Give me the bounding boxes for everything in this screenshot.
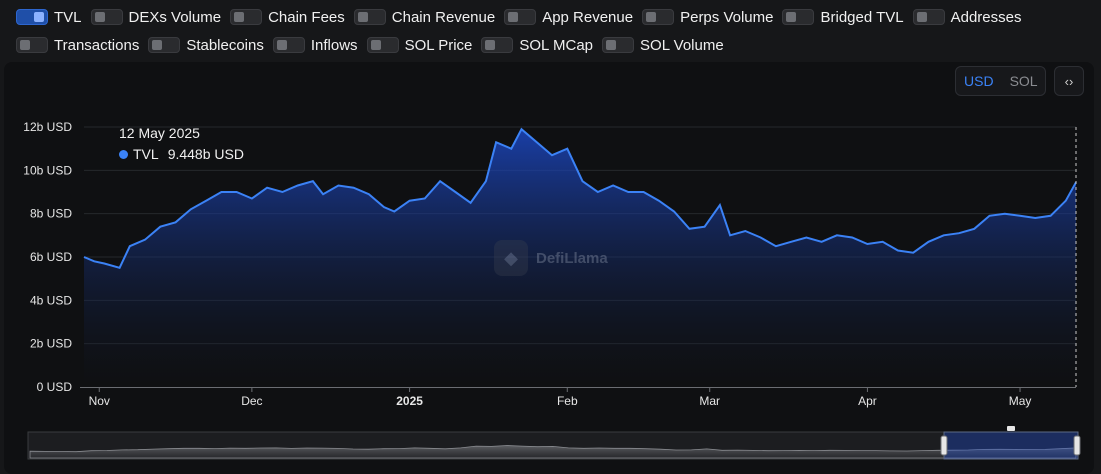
switch-icon[interactable]: [16, 37, 48, 53]
toggle-label: Chain Fees: [268, 8, 345, 26]
switch-knob: [94, 12, 105, 22]
switch-knob: [370, 40, 381, 50]
usd-option[interactable]: USD: [956, 73, 1002, 89]
switch-icon[interactable]: [272, 37, 305, 53]
switch-knob: [276, 40, 287, 50]
toggle-label: DEXs Volume: [128, 8, 222, 26]
switch-knob: [485, 40, 496, 50]
switch-knob: [20, 40, 30, 50]
toggle-label: Stablecoins: [186, 36, 264, 54]
toggle-addresses[interactable]: Addresses: [912, 8, 1022, 26]
toggle-label: App Revenue: [542, 8, 634, 26]
chart-tooltip: 12 May 2025 TVL 9.448b USD: [119, 125, 244, 162]
toggle-label: SOL MCap: [519, 36, 594, 54]
toggle-sol-mcap[interactable]: SOL MCap: [481, 36, 593, 54]
switch-icon[interactable]: [481, 37, 514, 53]
switch-knob: [606, 40, 617, 50]
code-icon: ‹›: [1064, 73, 1074, 89]
switch-icon[interactable]: [16, 9, 48, 25]
watermark-text: DefiLlama: [536, 249, 608, 267]
toggle-stablecoins[interactable]: Stablecoins: [148, 36, 264, 54]
tooltip-value: 9.448b USD: [167, 146, 244, 162]
toggle-label: TVL: [54, 8, 82, 26]
toggle-perps-volume[interactable]: Perps Volume: [642, 8, 773, 26]
toggle-tvl[interactable]: TVL: [16, 8, 82, 26]
switch-icon[interactable]: [504, 9, 537, 25]
switch-icon[interactable]: [366, 37, 399, 53]
toggle-chain-fees[interactable]: Chain Fees: [230, 8, 345, 26]
toggle-chain-revenue[interactable]: Chain Revenue: [353, 8, 496, 26]
tooltip-series-name: TVL: [133, 146, 159, 162]
toggle-label: Chain Revenue: [391, 8, 496, 26]
toggle-label: SOL Volume: [640, 36, 724, 54]
embed-code-button[interactable]: ‹›: [1054, 66, 1084, 96]
toggle-sol-price[interactable]: SOL Price: [366, 36, 473, 54]
watermark: ◆ DefiLlama: [494, 240, 608, 276]
switch-knob: [152, 40, 163, 50]
switch-icon[interactable]: [602, 37, 635, 53]
switch-knob: [357, 12, 368, 22]
tooltip-date: 12 May 2025: [119, 125, 200, 141]
switch-icon[interactable]: [642, 9, 675, 25]
switch-icon[interactable]: [353, 9, 386, 25]
toggle-dexs-volume[interactable]: DEXs Volume: [90, 8, 222, 26]
toggle-label: Perps Volume: [680, 8, 774, 26]
toggle-sol-volume[interactable]: SOL Volume: [602, 36, 724, 54]
sol-option[interactable]: SOL: [1002, 73, 1046, 89]
toggle-bridged-tvl[interactable]: Bridged TVL: [782, 8, 904, 26]
toggle-inflows[interactable]: Inflows: [272, 36, 358, 54]
switch-icon[interactable]: [148, 37, 181, 53]
currency-toggle[interactable]: USD SOL: [955, 66, 1046, 96]
switch-knob: [34, 12, 44, 22]
toggle-label: Bridged TVL: [820, 8, 904, 26]
toggle-label: Addresses: [950, 8, 1022, 26]
toggle-app-revenue[interactable]: App Revenue: [504, 8, 633, 26]
switch-knob: [916, 12, 927, 22]
toggle-label: SOL Price: [404, 36, 473, 54]
switch-icon[interactable]: [90, 9, 123, 25]
toggle-transactions[interactable]: Transactions: [16, 36, 139, 54]
tooltip-row: TVL 9.448b USD: [119, 146, 244, 162]
switch-icon[interactable]: [782, 9, 815, 25]
llama-logo-icon: ◆: [494, 240, 528, 276]
metric-toggles: TVL DEXs Volume Chain Fees Chain Revenue App…: [16, 8, 1091, 54]
switch-knob: [508, 12, 519, 22]
switch-knob: [786, 12, 797, 22]
toggle-label: Inflows: [310, 36, 358, 54]
switch-icon[interactable]: [230, 9, 263, 25]
switch-knob: [646, 12, 657, 22]
series-color-dot: [119, 149, 128, 159]
switch-icon[interactable]: [912, 9, 945, 25]
toggle-label: Transactions: [54, 36, 140, 54]
switch-knob: [234, 12, 245, 22]
